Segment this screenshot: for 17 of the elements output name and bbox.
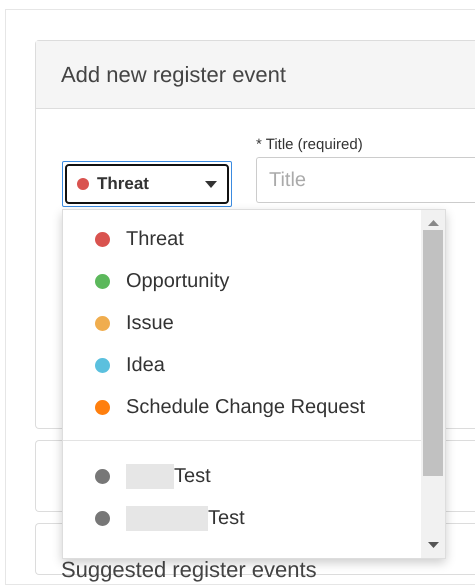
- dropdown-option[interactable]: Threat: [63, 218, 421, 260]
- caret-icon: [205, 180, 217, 188]
- scroll-up-icon[interactable]: [428, 220, 438, 226]
- scrollbar[interactable]: [421, 210, 445, 558]
- scroll-thumb[interactable]: [423, 230, 443, 476]
- dropdown-option[interactable]: Test: [63, 455, 421, 497]
- type-select[interactable]: Threat: [62, 161, 232, 207]
- dropdown-option[interactable]: Issue: [63, 302, 421, 344]
- dropdown-option[interactable]: Schedule Change Request: [63, 386, 421, 428]
- card-title: Add new register event: [61, 62, 286, 88]
- scroll-down-icon[interactable]: [428, 542, 438, 548]
- field-label: * Title (required): [256, 136, 364, 153]
- dropdown-option[interactable]: Idea: [63, 344, 421, 386]
- dropdown-option[interactable]: Test: [63, 497, 421, 539]
- title-input[interactable]: Title: [256, 157, 475, 203]
- dropdown-option[interactable]: Opportunity: [63, 260, 421, 302]
- section-title: Suggested register events: [61, 557, 317, 582]
